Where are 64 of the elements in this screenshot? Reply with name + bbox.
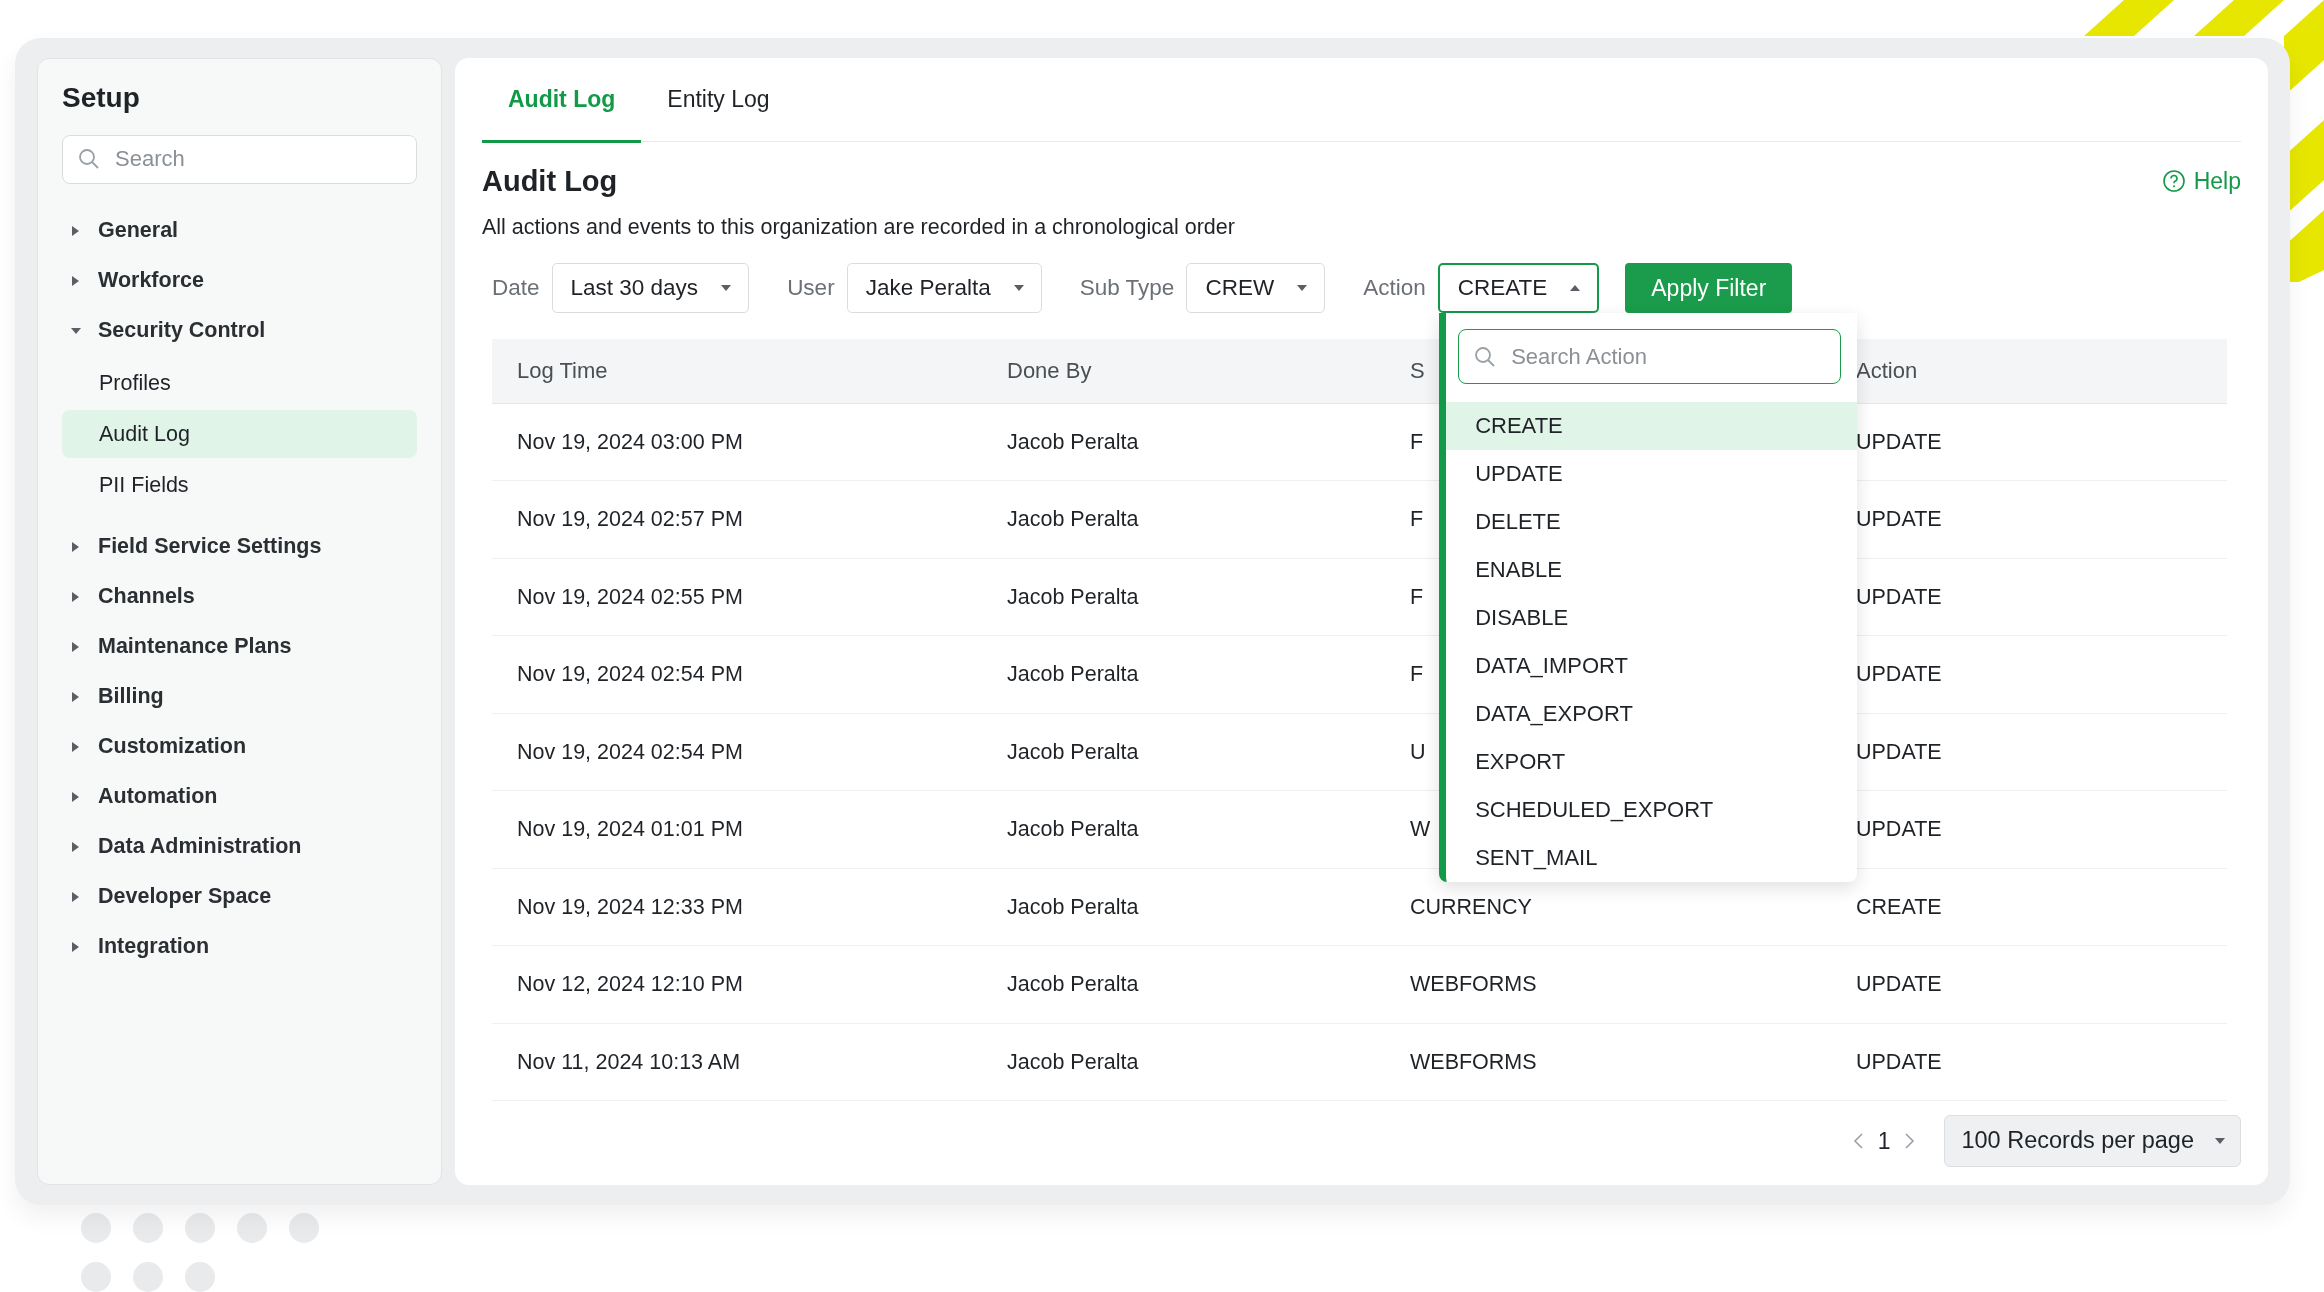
table-cell: Jacob Peralta — [982, 1023, 1385, 1101]
filter-select[interactable]: Jake Peralta — [846, 263, 1042, 314]
table-cell: Nov 19, 2024 02:57 PM — [492, 480, 982, 559]
tree-item[interactable]: Billing — [62, 671, 417, 722]
page-description: All actions and events to this organization are recorded in a chronological order — [482, 213, 1236, 241]
tree-item[interactable]: Channels — [62, 571, 417, 622]
column-header: Log Time — [492, 339, 982, 404]
previous-page-icon — [1851, 1132, 1864, 1150]
table-cell: Nov 19, 2024 01:01 PM — [492, 790, 982, 869]
table-cell: CREATE — [1831, 868, 2227, 946]
filter-select[interactable]: CREW — [1186, 263, 1326, 314]
filter-label: User — [787, 274, 835, 303]
apply-filter-button[interactable]: Apply Filter — [1625, 263, 1793, 314]
filter-label: Sub Type — [1079, 274, 1175, 303]
page-number: 1 — [1877, 1126, 1891, 1156]
tree-item[interactable]: Field Service Settings — [62, 521, 417, 572]
table-cell: Nov 19, 2024 12:33 PM — [492, 868, 982, 946]
tree-item[interactable]: General — [62, 205, 417, 256]
table-cell: Jacob Peralta — [982, 635, 1385, 714]
tree-item[interactable]: Security Control — [62, 305, 417, 356]
tab[interactable]: Audit Log — [482, 58, 642, 143]
filter-label: Date — [492, 274, 540, 303]
table-cell: WEBFORMS — [1385, 945, 1831, 1024]
tree-item[interactable]: Maintenance Plans — [62, 621, 417, 672]
next-page-icon — [1904, 1132, 1917, 1150]
table-cell: Jacob Peralta — [982, 558, 1385, 636]
tab[interactable]: Entity Log — [641, 58, 796, 143]
table-cell: Nov 12, 2024 12:10 PM — [492, 945, 982, 1024]
table-cell: WEBFORMS — [1385, 1023, 1831, 1101]
table-cell: Nov 19, 2024 02:54 PM — [492, 635, 982, 714]
table-cell: UPDATE — [1831, 1023, 2227, 1101]
page-title: Audit Log — [482, 164, 618, 199]
table-cell: Nov 19, 2024 02:54 PM — [492, 713, 982, 791]
table-cell: Jacob Peralta — [982, 403, 1385, 481]
table-cell: Nov 19, 2024 03:00 PM — [492, 403, 982, 481]
per-page-select[interactable]: 100 Records per page — [1944, 1115, 2241, 1167]
table-cell: Nov 19, 2024 02:55 PM — [492, 558, 982, 636]
table-cell: Jacob Peralta — [982, 480, 1385, 559]
tree-item[interactable]: Automation — [62, 771, 417, 822]
table-cell: UPDATE — [1831, 945, 2227, 1024]
tree-subitem[interactable]: PII Fields — [62, 460, 417, 509]
filter-select[interactable]: CREATE — [1437, 263, 1600, 314]
filter-select[interactable]: Last 30 days — [551, 263, 750, 314]
table-cell: Nov 11, 2024 10:13 AM — [492, 1023, 982, 1101]
help-link[interactable]: Help — [2161, 164, 2241, 199]
sidebar-title: Setup — [62, 81, 141, 115]
search-icon — [78, 148, 100, 171]
search-field[interactable]: Search Action — [1458, 329, 1842, 385]
table-cell: Jacob Peralta — [982, 790, 1385, 869]
tree-item[interactable]: Data Administration — [62, 821, 417, 872]
tree-item[interactable]: Customization — [62, 721, 417, 772]
tree-item[interactable]: Integration — [62, 921, 417, 972]
search-icon — [1474, 345, 1497, 368]
help-icon — [2161, 169, 2186, 194]
tree-item[interactable]: Developer Space — [62, 871, 417, 922]
column-header: Done By — [982, 339, 1385, 404]
table-cell: Jacob Peralta — [982, 868, 1385, 946]
tree-subitem[interactable]: Audit Log — [62, 409, 417, 458]
table-cell: Jacob Peralta — [982, 713, 1385, 791]
tree-subitem[interactable]: Profiles — [62, 358, 417, 407]
tree-item[interactable]: Workforce — [62, 255, 417, 306]
filter-label: Action — [1363, 274, 1426, 303]
table-cell: Jacob Peralta — [982, 945, 1385, 1024]
dropdown-option[interactable]: CREATE — [1446, 402, 1858, 451]
